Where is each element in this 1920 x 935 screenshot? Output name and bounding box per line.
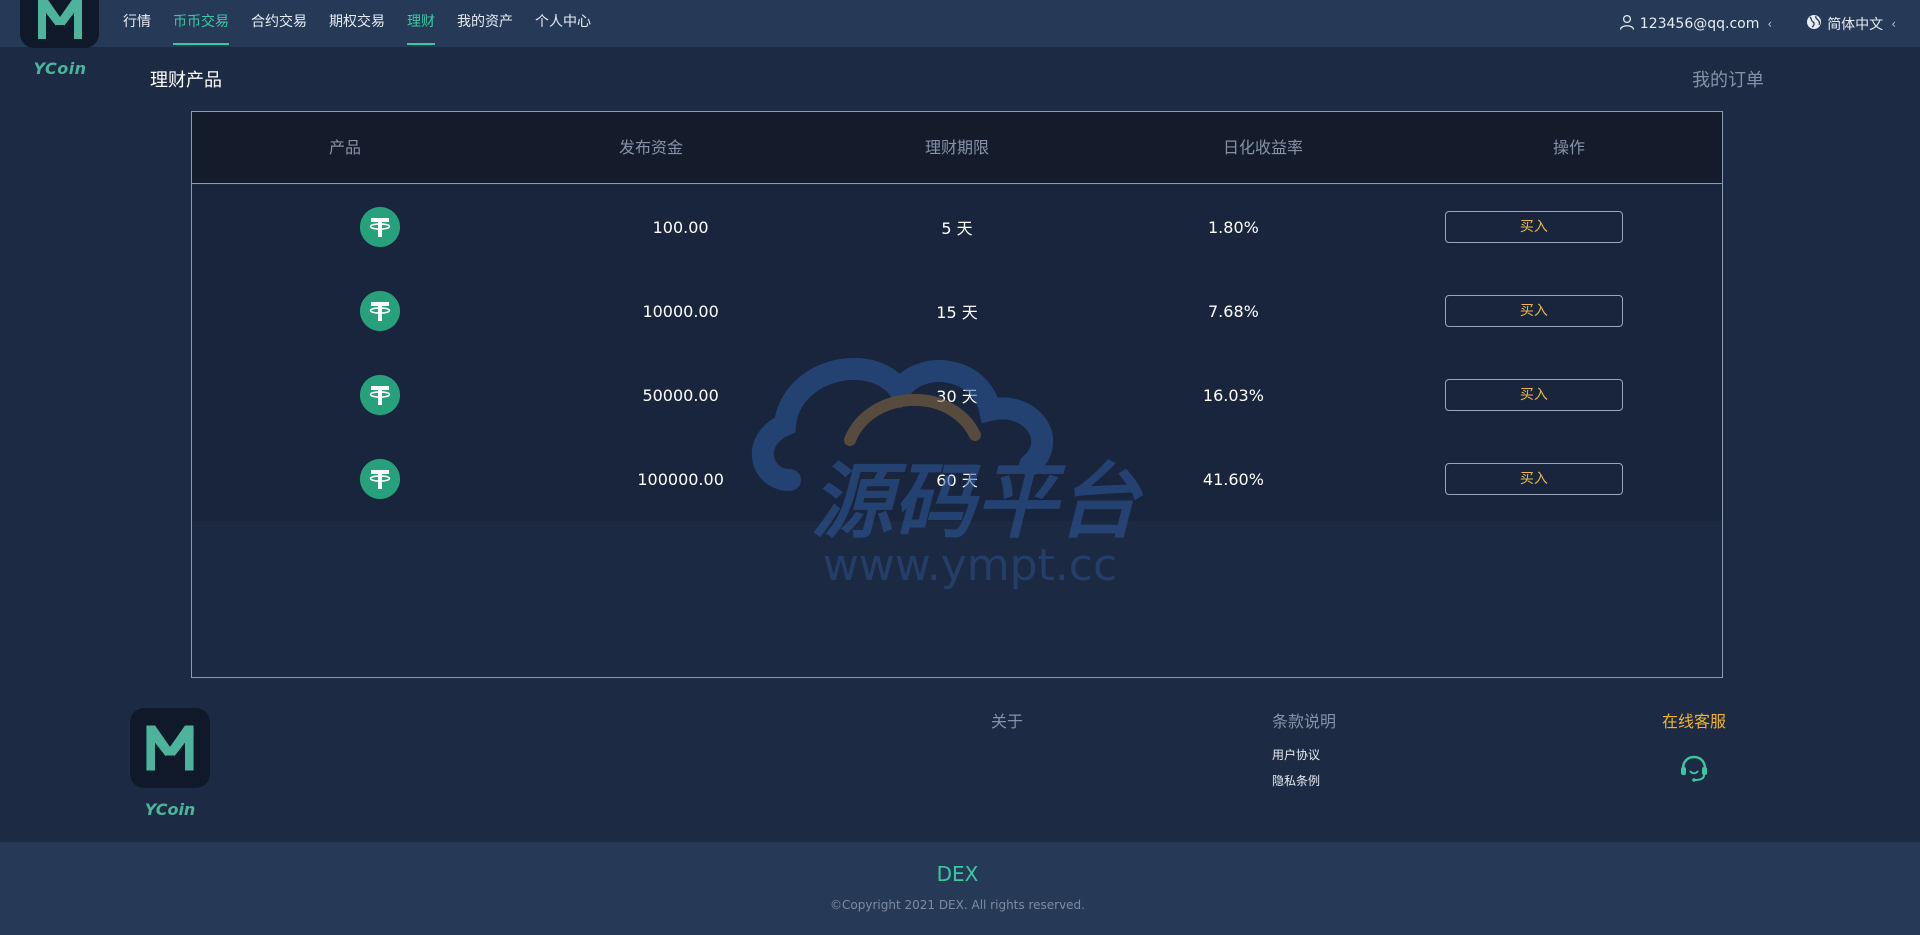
amount-cell: 100000.00 [637,469,724,489]
products-table: 产品 发布资金 理财期限 日化收益率 操作 100.00 5 天 1.80% 买… [191,111,1723,678]
ycoin-logo-icon [146,725,194,771]
table-row: 10000.00 15 天 7.68% 买入 [192,269,1722,353]
buy-button[interactable]: 买入 [1444,295,1623,327]
copyright-text: ©Copyright 2021 DEX. All rights reserved… [830,898,1085,912]
buy-button[interactable]: 买入 [1444,211,1623,243]
user-menu[interactable]: 123456@qq.com ‹ [1619,0,1772,47]
column-header: 日化收益率 [1222,138,1303,157]
table-row: 50000.00 30 天 16.03% 买入 [192,353,1722,437]
action-cell: 买入 [1396,463,1722,495]
column-header: 理财期限 [924,138,989,157]
table-row: 100000.00 60 天 41.60% 买入 [192,437,1722,521]
usdt-tether-icon [360,291,401,331]
buy-button[interactable]: 买入 [1444,379,1623,411]
table-row: 100.00 5 天 1.80% 买入 [192,185,1722,269]
product-cell [192,207,518,247]
column-header: 产品 [328,138,361,157]
logo-text: YCoin [33,59,87,78]
user-email: 123456@qq.com [1639,15,1760,32]
term-cell: 60 天 [936,471,978,490]
nav-item-my-assets[interactable]: 我的资产 [446,0,524,47]
table-header: 产品 发布资金 理财期限 日化收益率 操作 [192,112,1722,184]
nav-item-profile[interactable]: 个人中心 [524,0,602,47]
product-cell [192,459,518,499]
chevron-left-icon: ‹ [1891,16,1896,31]
column-header: 发布资金 [618,138,683,157]
action-cell: 买入 [1396,379,1722,411]
amount-cell: 50000.00 [642,385,719,405]
footer-logo-text: YCoin [144,800,196,819]
usdt-tether-icon [360,375,401,415]
action-cell: 买入 [1396,295,1722,327]
footer-brand: DEX [936,862,979,886]
user-agreement-link[interactable]: 用户协议 [1272,746,1320,763]
my-orders-link[interactable]: 我的订单 [1692,66,1764,92]
rate-cell: 1.80% [1208,217,1259,237]
footer-terms-title: 条款说明 [1272,712,1337,731]
top-navbar: 行情 币币交易 合约交易 期权交易 理财 我的资产 个人中心 123456@qq… [0,0,1920,48]
user-icon [1619,14,1635,34]
nav-item-contract-trading[interactable]: 合约交易 [240,0,318,47]
nav-label: 我的资产 [457,14,513,30]
nav-item-options-trading[interactable]: 期权交易 [318,0,396,47]
amount-cell: 10000.00 [642,301,719,321]
column-header: 操作 [1552,138,1585,157]
chevron-left-icon: ‹ [1767,16,1773,31]
product-cell [192,291,518,331]
footer-ycoin-logo[interactable] [130,708,210,788]
term-cell: 15 天 [936,303,978,322]
term-cell: 30 天 [936,387,978,406]
nav-label: 币币交易 [173,14,229,30]
product-cell [192,375,518,415]
nav-item-wealth[interactable]: 理财 [396,0,446,47]
footer-bar: DEX ©Copyright 2021 DEX. All rights rese… [0,842,1920,935]
online-service-title: 在线客服 [1662,712,1727,731]
language-menu[interactable]: 简体中文 ‹ [1806,0,1896,47]
footer-about-title[interactable]: 关于 [991,708,1023,732]
header-right: 123456@qq.com ‹ 简体中文 ‹ [1619,0,1920,47]
privacy-policy-link[interactable]: 隐私条例 [1272,772,1320,789]
rate-cell: 41.60% [1202,469,1264,489]
active-underline [173,43,229,45]
language-label: 简体中文 [1827,16,1884,33]
headset-support-icon[interactable] [1678,752,1710,784]
active-underline [407,43,435,45]
rate-cell: 7.68% [1208,301,1259,321]
nav-item-spot-trading[interactable]: 币币交易 [162,0,240,47]
buy-button[interactable]: 买入 [1444,463,1623,495]
nav-item-market[interactable]: 行情 [112,0,162,47]
usdt-tether-icon [360,207,401,247]
table-body: 100.00 5 天 1.80% 买入 10000.00 15 天 7.68% … [192,185,1722,521]
nav-label: 合约交易 [251,14,307,30]
ycoin-logo[interactable] [20,0,99,48]
rate-cell: 16.03% [1202,385,1264,405]
amount-cell: 100.00 [652,217,709,237]
nav-label: 理财 [407,14,435,30]
action-cell: 买入 [1396,211,1722,243]
page-title: 理财产品 [150,70,222,91]
main-nav: 行情 币币交易 合约交易 期权交易 理财 我的资产 个人中心 [112,0,602,47]
usdt-tether-icon [360,459,401,499]
globe-icon [1806,14,1822,34]
nav-label: 行情 [123,14,151,30]
nav-label: 期权交易 [329,14,385,30]
ycoin-logo-icon [37,0,82,39]
nav-label: 个人中心 [535,14,591,30]
term-cell: 5 天 [941,219,973,238]
